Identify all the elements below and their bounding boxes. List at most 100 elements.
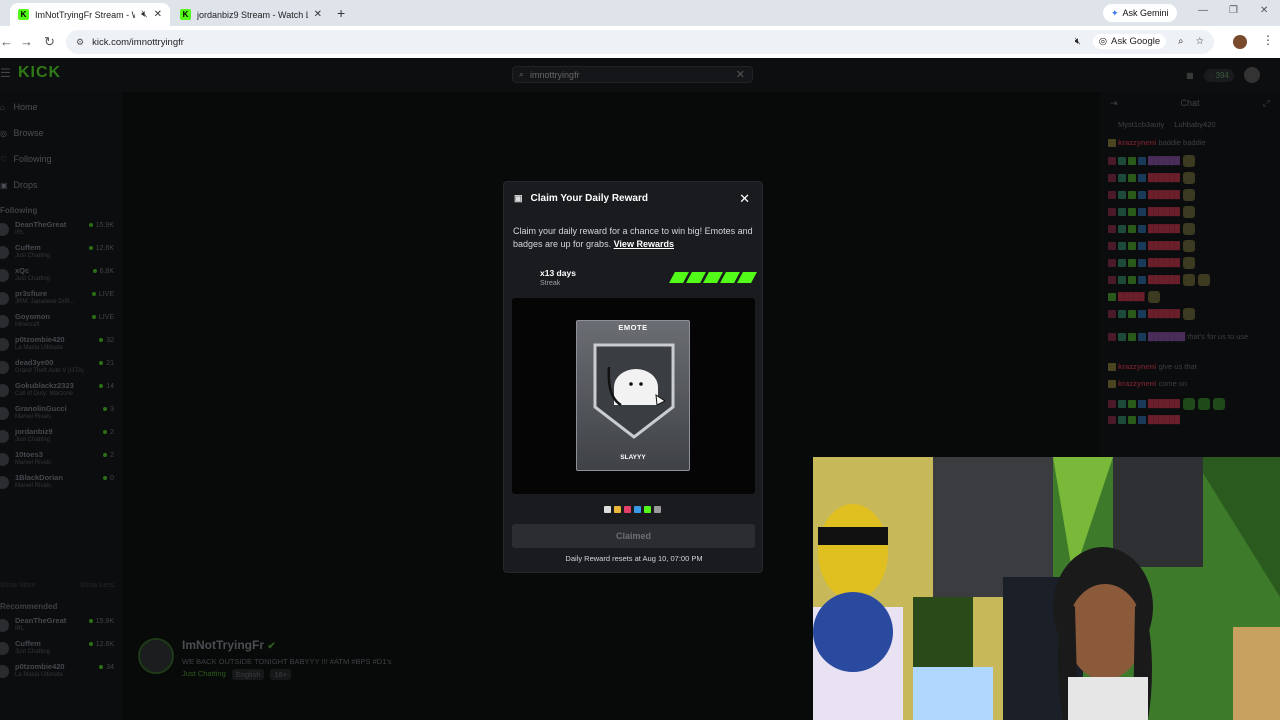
following-channel[interactable]: Goyomon Minecraft LIVE <box>0 312 122 334</box>
close-window-button[interactable]: ✕ <box>1260 5 1268 16</box>
forward-icon[interactable]: → <box>20 34 33 49</box>
following-section-title: Following <box>0 206 38 215</box>
show-more-link[interactable]: Show More <box>0 582 35 589</box>
nav-drops[interactable]: ▣ Drops <box>0 180 38 190</box>
close-icon[interactable]: ✕ <box>739 191 750 207</box>
emote-icon <box>1182 240 1195 252</box>
recommended-section-title: Recommended <box>0 602 58 611</box>
show-less-link[interactable]: Show Less <box>80 582 114 589</box>
view-rewards-link[interactable]: View Rewards <box>614 239 674 249</box>
browser-toolbar: ← → ↻ ⚙ kick.com/imnottryingfr 🔇︎ ◎ Ask … <box>0 26 1280 58</box>
chat-header: ⇥ Chat ⤢ <box>1100 98 1280 108</box>
heart-icon: ♡ <box>0 154 8 164</box>
nav-home[interactable]: ⌂ Home <box>0 102 38 112</box>
mute-site-icon[interactable]: 🔇︎ <box>1075 36 1081 47</box>
popout-chat-icon[interactable]: ⤢ <box>1263 98 1270 109</box>
collapse-chat-icon[interactable]: ⇥ <box>1110 98 1118 109</box>
pinned-user[interactable]: Myst1cb3auty <box>1118 120 1164 129</box>
kick-header: ☰ KICK ⌕ imnottryingfr ✕ ▦ ◌ 394 <box>0 58 1280 92</box>
browser-chrome: K ImNotTryingFr Stream - Wa 🔇︎ ✕ K jorda… <box>0 0 1280 58</box>
channel-avatar <box>0 223 9 236</box>
category-link[interactable]: Just Chatting <box>182 669 226 680</box>
verified-icon: ✔ <box>267 641 276 652</box>
rarity-swatch <box>624 506 631 513</box>
recommended-channel[interactable]: p0tzombie420 La Maxia Ultimate 34 <box>0 662 122 684</box>
streamer-avatar[interactable] <box>138 638 174 674</box>
search-input[interactable]: ⌕ imnottryingfr ✕ <box>512 66 753 83</box>
modal-header: ▣ Claim Your Daily Reward <box>514 193 648 204</box>
following-channel[interactable]: pr3sfiure JRM: Japanese Drift... LIVE <box>0 289 122 311</box>
recommended-channel[interactable]: DeanTheGreat IRL 15.9K <box>0 616 122 638</box>
claimed-button[interactable]: Claimed <box>512 524 755 548</box>
chat-message: ██████ <box>1108 172 1195 184</box>
emote-icon <box>1182 206 1195 218</box>
profile-avatar[interactable] <box>1233 35 1247 49</box>
close-tab-icon[interactable]: ✕ <box>154 9 162 20</box>
emote-icon <box>1212 398 1225 410</box>
recommended-channel[interactable]: Cuffem Just Chatting 12.6K <box>0 639 122 661</box>
ask-gemini-button[interactable]: ✦ Ask Gemini <box>1103 4 1177 22</box>
bookmark-star-icon[interactable]: ☆ <box>1195 36 1204 47</box>
site-info-icon[interactable]: ⚙ <box>76 37 84 48</box>
emote-icon <box>1182 223 1195 235</box>
maximize-button[interactable]: ❐ <box>1229 5 1238 16</box>
browser-menu-icon[interactable]: ⋮ <box>1262 33 1274 47</box>
streamer-name[interactable]: ImNotTryingFr ✔ <box>182 638 276 652</box>
following-channel[interactable]: GranolinGucci Marvel Rivals 3 <box>0 404 122 426</box>
following-channel[interactable]: Cuffem Just Chatting 12.6K <box>0 243 122 265</box>
clear-search-icon[interactable]: ✕ <box>736 68 745 81</box>
new-tab-button[interactable]: + <box>337 5 345 21</box>
back-icon[interactable]: ← <box>0 34 13 49</box>
following-channel[interactable]: dead3ye00 Grand Theft Auto V (GTA) 21 <box>0 358 122 380</box>
nav-browse[interactable]: ◎ Browse <box>0 128 44 138</box>
following-channel[interactable]: p0tzombie420 La Maxia Ultimate 32 <box>0 335 122 357</box>
lens-icon: ◎ <box>1098 36 1108 47</box>
channel-avatar <box>0 453 9 466</box>
grid-icon[interactable]: ▦ <box>1186 71 1194 80</box>
browser-tab-active[interactable]: K ImNotTryingFr Stream - Wa 🔇︎ ✕ <box>10 3 170 26</box>
rarity-swatch <box>604 506 611 513</box>
channel-avatar <box>0 269 9 282</box>
following-channel[interactable]: DeanTheGreat IRL 15.9K <box>0 220 122 242</box>
search-value: imnottryingfr <box>530 69 580 80</box>
nav-following[interactable]: ♡ Following <box>0 154 52 164</box>
user-avatar[interactable] <box>1244 67 1260 83</box>
menu-icon[interactable]: ☰ <box>0 66 11 80</box>
following-channel[interactable]: 10toes3 Marvel Rivals 2 <box>0 450 122 472</box>
streak-progress <box>669 272 757 283</box>
streak-days: x13 days <box>540 268 576 278</box>
minimize-button[interactable]: — <box>1198 5 1208 16</box>
chat-message: ██████ <box>1108 415 1180 425</box>
zoom-icon[interactable]: ⌕ <box>1178 36 1183 47</box>
rating-tag: 18+ <box>270 669 292 680</box>
rarity-swatch <box>634 506 641 513</box>
card-name: SLAYYY <box>620 454 646 461</box>
close-tab-icon[interactable]: ✕ <box>314 9 322 20</box>
chat-title: Chat <box>1180 98 1200 108</box>
address-bar[interactable]: ⚙ kick.com/imnottryingfr 🔇︎ ◎ Ask Google… <box>66 30 1214 54</box>
browser-tab[interactable]: K jordanbiz9 Stream - Watch Live ✕ <box>172 3 330 26</box>
language-tag[interactable]: English <box>231 669 265 680</box>
pinned-user[interactable]: Luhbaby420 <box>1174 120 1215 129</box>
emote-icon <box>1182 257 1195 269</box>
mute-tab-icon[interactable]: 🔇︎ <box>141 9 147 20</box>
rarity-swatch <box>614 506 621 513</box>
following-channel[interactable]: jordanbiz9 Just Chatting 2 <box>0 427 122 449</box>
chat-message: █████ <box>1108 291 1160 303</box>
chat-message: ██████ <box>1108 206 1195 218</box>
chat-message: ██████ <box>1108 155 1195 167</box>
following-channel[interactable]: 1BlackDorian Marvel Rivals 0 <box>0 473 122 495</box>
kick-logo[interactable]: KICK <box>18 64 61 82</box>
channel-avatar <box>0 642 9 655</box>
url-text: kick.com/imnottryingfr <box>92 36 184 48</box>
reload-icon[interactable]: ↻ <box>44 34 55 50</box>
emote-icon <box>1182 172 1195 184</box>
tab-strip: K ImNotTryingFr Stream - Wa 🔇︎ ✕ K jorda… <box>0 0 1280 26</box>
following-channel[interactable]: Gokublackz2323 Call of Duty: Warzone 14 <box>0 381 122 403</box>
ask-google-button[interactable]: ◎ Ask Google <box>1092 34 1167 49</box>
viewer-count-badge: ◌ 394 <box>1203 68 1234 82</box>
modal-title: Claim Your Daily Reward <box>530 193 648 204</box>
chat-message: ██████ <box>1108 274 1210 286</box>
chat-message: ██████ <box>1108 398 1225 410</box>
following-channel[interactable]: xQc Just Chatting 6.8K <box>0 266 122 288</box>
